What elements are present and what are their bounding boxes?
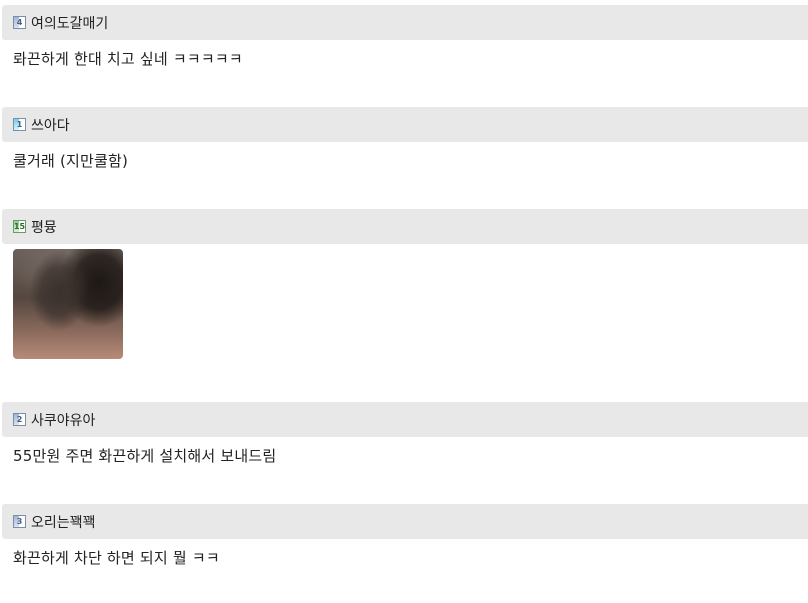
comment-item: 2 사쿠야유아 55만원 주면 화끈하게 설치해서 보내드림 [2,402,808,466]
comment-header: 3 오리는꽥꽥 [2,504,808,539]
comment-header: 2 사쿠야유아 [2,402,808,437]
comment-item: 4 여의도갈매기 롸끈하게 한대 치고 싶네 ㅋㅋㅋㅋㅋ [2,5,808,69]
gif-thumbnail-image[interactable] [13,249,123,359]
author-nickname[interactable]: 여의도갈매기 [31,13,108,33]
level-badge-icon: 4 [13,16,26,29]
author-nickname[interactable]: 사쿠야유아 [31,410,95,430]
author-nickname[interactable]: 오리는꽥꽥 [31,512,95,532]
level-number: 15 [13,221,26,231]
comment-item: 3 오리는꽥꽥 화끈하게 차단 하면 되지 뭘 ㅋㅋ [2,504,808,568]
comment-header: 1 쓰아다 [2,107,808,142]
comment-text: 쿨거래 (지만쿨함) [13,152,129,170]
level-badge-icon: 1 [13,118,26,131]
level-number: 3 [16,516,23,526]
author-nickname[interactable]: 평뮹 [31,217,57,237]
level-number: 2 [16,414,23,424]
comment-item: 15 평뮹 [2,209,808,359]
comment-text: 롸끈하게 한대 치고 싶네 ㅋㅋㅋㅋㅋ [13,50,243,68]
level-number: 4 [16,17,23,27]
comment-text: 55만원 주면 화끈하게 설치해서 보내드림 [13,447,277,465]
comment-header: 4 여의도갈매기 [2,5,808,40]
level-badge-icon: 2 [13,413,26,426]
comment-header: 15 평뮹 [2,209,808,244]
level-number: 1 [16,119,23,129]
comment-item: 1 쓰아다 쿨거래 (지만쿨함) [2,107,808,171]
author-nickname[interactable]: 쓰아다 [31,115,70,135]
level-badge-icon: 15 [13,220,26,233]
level-badge-icon: 3 [13,515,26,528]
comment-text: 화끈하게 차단 하면 되지 뭘 ㅋㅋ [13,549,220,567]
